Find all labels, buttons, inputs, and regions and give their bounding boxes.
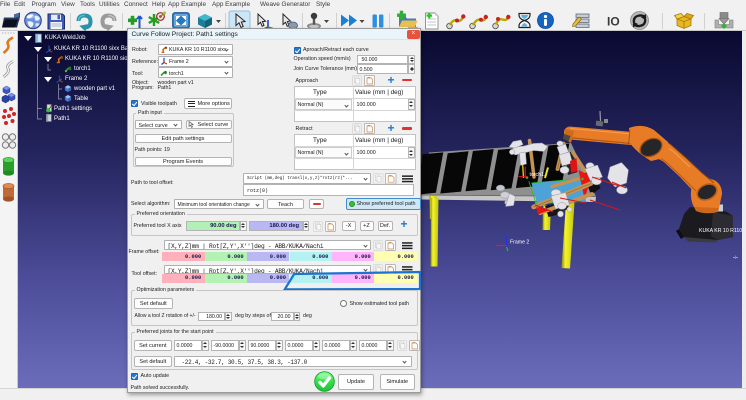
svg-text:KUKA KR 10 R1100: KUKA KR 10 R1100	[699, 228, 742, 234]
svg-text:IO: IO	[607, 14, 620, 28]
svg-text:torch1.: torch1.	[530, 172, 546, 178]
svg-text:Frame 2: Frame 2	[510, 240, 529, 246]
